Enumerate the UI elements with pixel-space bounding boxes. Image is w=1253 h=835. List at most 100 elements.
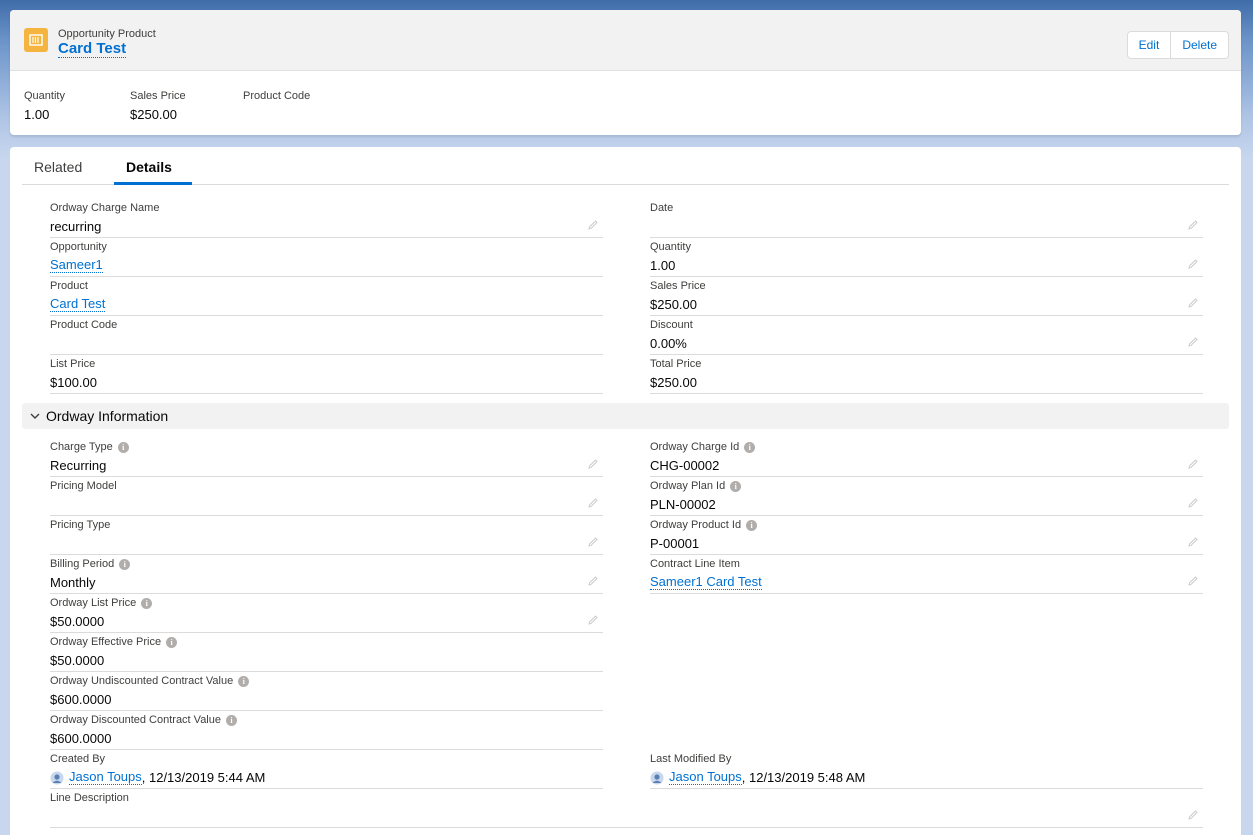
field-label-text: Last Modified By [650,753,732,765]
field-label: List Price [50,358,95,370]
chevron-down-icon [30,413,40,419]
field-label-text: Sales Price [650,280,706,292]
field-value: $50.0000 [50,653,105,668]
info-icon[interactable]: i [117,441,129,453]
edit-pencil-icon[interactable] [1187,809,1199,821]
user-avatar-icon [50,771,64,785]
field-label-text: Ordway Charge Id [650,441,740,453]
field-label: Billing Period i [50,558,131,570]
record-header: Opportunity Product Card Test Edit Delet… [10,10,1241,71]
field-label: Charge Type i [50,441,129,453]
timestamp: , 12/13/2019 5:48 AM [741,770,866,785]
object-type-label: Opportunity Product [58,28,156,40]
field-value-link[interactable]: Card Test [50,297,106,312]
edit-pencil-icon[interactable] [587,219,599,231]
field-value: 0.00% [650,336,687,351]
info-icon[interactable]: i [166,636,178,648]
tab-bar: Related Details [22,147,1229,185]
edit-pencil-icon[interactable] [1187,536,1199,548]
field-label: Last Modified By [650,753,731,765]
field-created-by: Created By Jason Toups, 12/13/2019 5:44 A… [50,750,603,789]
info-icon[interactable]: i [226,714,237,726]
info-icon[interactable]: i [746,519,758,531]
info-icon[interactable]: i [119,558,131,570]
field-value: 1.00 [650,258,676,273]
edit-button[interactable]: Edit [1126,31,1172,59]
field-label-text: Ordway Product Id [650,519,742,531]
field-label: Product Code [50,319,117,331]
highlight-quantity: Quantity 1.00 [24,90,65,122]
field-pricing-model: Pricing Model [50,477,603,516]
edit-pencil-icon[interactable] [1187,219,1199,231]
tab-related[interactable]: Related [34,159,82,175]
field-label: Pricing Type [50,519,110,531]
highlight-label: Product Code [243,90,311,102]
field-billing-period: Billing Period i Monthly [50,555,603,594]
edit-pencil-icon[interactable] [1187,297,1199,309]
edit-pencil-icon[interactable] [587,575,599,587]
section-title: Ordway Information [46,408,169,424]
field-label-text: Ordway Undiscounted Contract Value [50,675,234,687]
field-label-text: Ordway Discounted Contract Value [50,714,221,726]
field-label: Sales Price [650,280,706,292]
info-icon[interactable]: i [141,597,153,609]
info-icon[interactable]: i [744,441,756,453]
delete-button[interactable]: Delete [1171,31,1229,59]
field-value: Jason Toups, 12/13/2019 5:48 AM [650,770,865,785]
user-link[interactable]: Jason Toups [69,770,142,785]
field-value-link[interactable]: Sameer1 Card Test [650,575,762,590]
tab-details[interactable]: Details [126,159,172,175]
field-label-text: Ordway Effective Price [50,636,162,648]
field-last-modified-by: Last Modified By Jason Toups, 12/13/2019 … [650,750,1203,789]
field-line-description: Line Description [50,789,1203,828]
edit-pencil-icon[interactable] [587,614,599,626]
field-date: Date [650,199,1203,238]
record-name[interactable]: Card Test [58,40,127,58]
field-value-link[interactable]: Sameer1 [50,258,103,273]
edit-pencil-icon[interactable] [1187,497,1199,509]
field-value: $100.00 [50,375,97,390]
edit-pencil-icon[interactable] [587,497,599,509]
info-icon[interactable]: i [730,480,742,492]
field-label: Discount [650,319,693,331]
highlight-product-code: Product Code [243,90,310,107]
edit-pencil-icon[interactable] [1187,575,1199,587]
field-label: Date [650,202,673,214]
highlight-label: Sales Price [130,90,186,102]
field-label-text: Ordway List Price [50,597,137,609]
edit-pencil-icon[interactable] [1187,458,1199,470]
edit-pencil-icon[interactable] [1187,258,1199,270]
edit-pencil-icon[interactable] [1187,336,1199,348]
field-label-text: Charge Type [50,441,113,453]
field-label-text: Date [650,202,674,214]
field-ordway-list-price: Ordway List Price i $50.0000 [50,594,603,633]
field-product-code: Product Code [50,316,603,355]
field-label: Created By [50,753,105,765]
highlight-sales-price: Sales Price $250.00 [130,90,186,122]
field-label-text: List Price [50,358,96,370]
field-value: $600.0000 [50,731,112,746]
field-list-price: List Price $100.00 [50,355,603,394]
field-pricing-type: Pricing Type [50,516,603,555]
timestamp: , 12/13/2019 5:44 AM [141,770,266,785]
field-label: Product [50,280,88,292]
info-icon[interactable]: i [238,675,250,687]
field-ordway-product-id: Ordway Product Id i P-00001 [650,516,1203,555]
field-opportunity: Opportunity Sameer1 [50,238,603,277]
field-value: Jason Toups, 12/13/2019 5:44 AM [50,770,265,785]
user-link[interactable]: Jason Toups [669,770,742,785]
field-value: $250.00 [650,375,697,390]
field-label: Contract Line Item [650,558,740,570]
field-ordway-charge-id: Ordway Charge Id i CHG-00002 [650,438,1203,477]
edit-pencil-icon[interactable] [587,536,599,548]
field-label-text: Quantity [650,241,691,253]
edit-pencil-icon[interactable] [587,458,599,470]
section-ordway-information[interactable]: Ordway Information [22,403,1229,429]
field-label: Opportunity [50,241,107,253]
field-discount: Discount 0.00% [650,316,1203,355]
action-button-group: Edit Delete [1126,31,1229,59]
field-value: recurring [50,219,102,234]
field-label-text: Discount [650,319,693,331]
field-label-text: Pricing Model [50,480,117,492]
field-label: Ordway Product Id i [650,519,758,531]
